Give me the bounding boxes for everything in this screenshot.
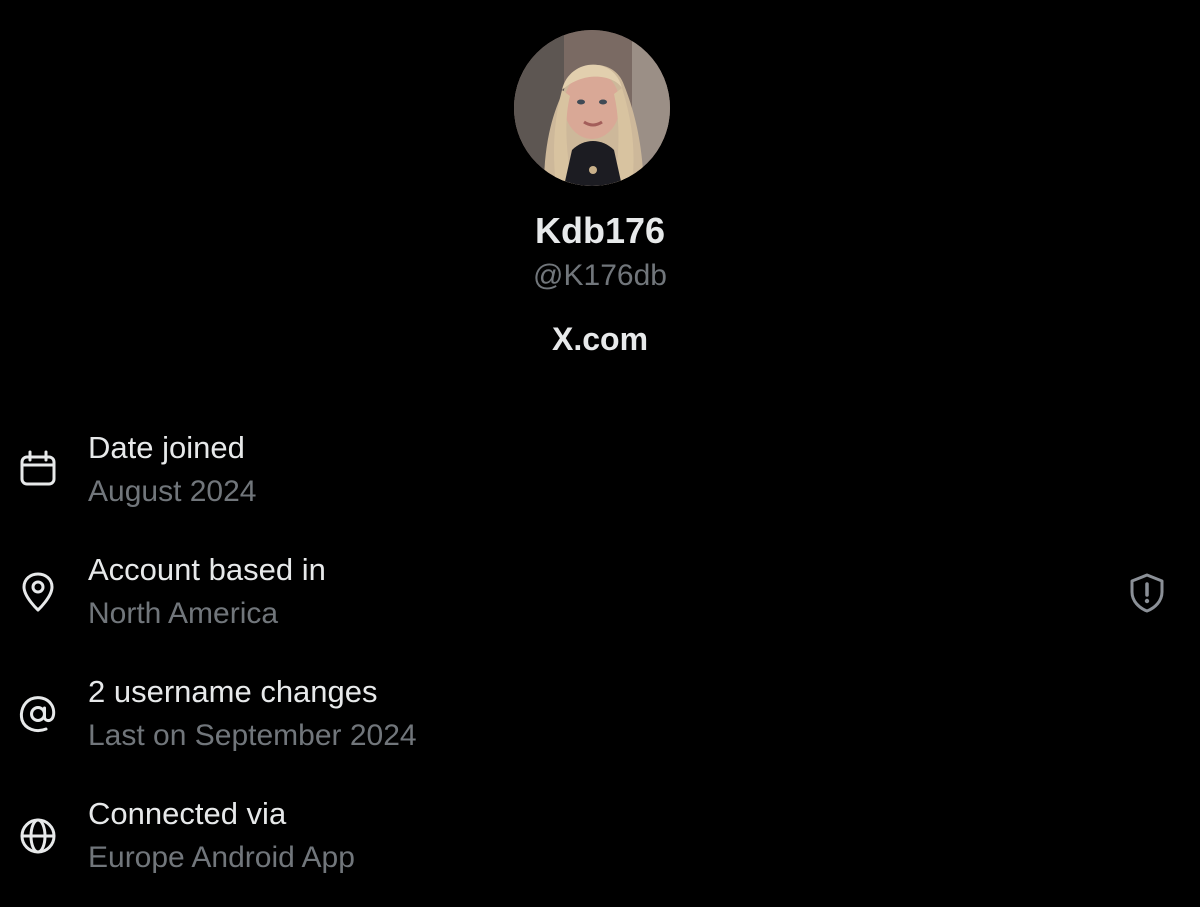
globe-icon (16, 814, 60, 858)
info-row-username-changes: 2 username changes Last on September 202… (0, 672, 1200, 782)
info-value: North America (88, 597, 279, 630)
site-label: X.com (551, 321, 649, 357)
info-title: 2 username changes (88, 674, 378, 709)
display-name: Kdb176 (534, 210, 666, 251)
info-title: Connected via (88, 796, 287, 831)
shield-alert-icon[interactable] (1126, 572, 1168, 614)
info-title: Account based in (88, 552, 326, 587)
username-handle: @K176db (533, 259, 667, 292)
info-row-date-joined: Date joined August 2024 (0, 428, 1200, 538)
at-sign-icon (16, 692, 60, 736)
calendar-icon (16, 448, 60, 492)
location-pin-icon (16, 570, 60, 614)
info-row-connected-via: Connected via Europe Android App (0, 794, 1200, 904)
profile-photo (514, 30, 670, 186)
info-value: Last on September 2024 (88, 719, 417, 752)
info-row-account-based-in: Account based in North America (0, 550, 1200, 660)
avatar[interactable] (514, 30, 670, 186)
info-value: August 2024 (88, 475, 257, 508)
profile-header: Kdb176 @K176db X.com (0, 0, 1200, 370)
info-value: Europe Android App (88, 841, 355, 874)
info-title: Date joined (88, 430, 245, 465)
